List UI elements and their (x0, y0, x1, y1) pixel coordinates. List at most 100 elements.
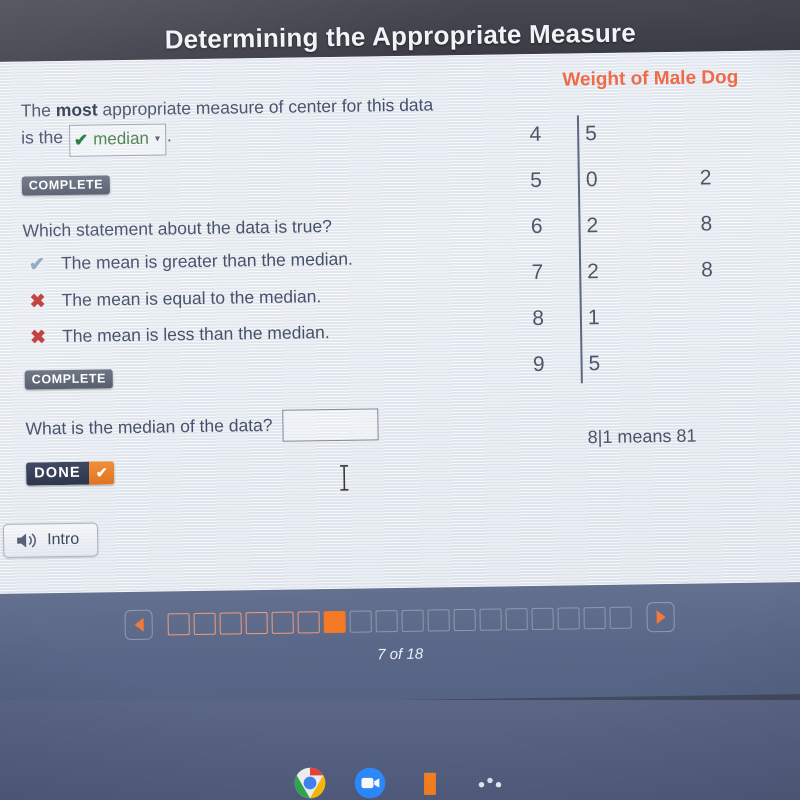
stem-value: 5 (529, 168, 543, 193)
leaf-values: 02 (564, 166, 757, 193)
q1-text-before: The (20, 100, 56, 121)
page-indicator-9[interactable] (375, 610, 398, 633)
dropdown-selected-value: median (93, 129, 150, 149)
page-indicator-14[interactable] (505, 608, 528, 631)
lesson-content-panel: The most appropriate measure of center f… (0, 49, 800, 603)
page-indicator-5[interactable] (271, 611, 294, 634)
leaf-value: 0 (585, 168, 598, 192)
page-indicator-11[interactable] (427, 609, 450, 632)
cross-icon: ✖ (30, 327, 47, 349)
stem-leaf-body: 455026287288195 (471, 108, 800, 413)
right-arrow-icon (656, 610, 666, 625)
page-indicator-17[interactable] (583, 606, 606, 630)
question-2: Which statement about the data is true? … (22, 211, 445, 390)
leaf-value: 8 (701, 258, 714, 282)
median-answer-input[interactable] (282, 408, 379, 442)
done-check-icon: ✔ (88, 461, 115, 485)
stem-leaf-row: 628 (472, 200, 800, 251)
page-title: Determining the Appropriate Measure (164, 17, 637, 55)
stem-leaf-row: 45 (471, 108, 800, 159)
option-label: The mean is equal to the median. (61, 285, 322, 310)
q1-text-after: . (166, 125, 172, 146)
cross-icon: ✖ (29, 290, 46, 313)
leaf-value: 2 (586, 214, 599, 238)
leaf-value: 2 (587, 260, 600, 284)
taskbar (0, 756, 800, 800)
stem-value: 9 (532, 352, 545, 377)
question-3: What is the median of the data? (25, 407, 445, 445)
dropdown-check-icon: ✔ (73, 130, 89, 150)
chrome-icon[interactable] (293, 766, 327, 800)
page-indicator-list (167, 606, 632, 636)
leaf-values: 5 (566, 351, 645, 376)
question-3-prompt: What is the median of the data? (25, 415, 273, 439)
option-row[interactable]: ✔ The mean is greater than the median. (23, 246, 443, 278)
stem-leaf-row: 728 (473, 246, 800, 297)
question-3-status-badge: DONE ✔ (25, 461, 115, 486)
page-indicator-1[interactable] (167, 613, 190, 636)
leaf-values: 1 (566, 305, 645, 330)
option-row[interactable]: ✖ The mean is less than the median. (24, 320, 444, 352)
leaf-value: 1 (587, 306, 600, 330)
leaf-value: 5 (584, 122, 598, 146)
loading-dots-icon (478, 777, 502, 788)
leaf-values: 28 (564, 212, 757, 239)
page-indicator-18[interactable] (609, 606, 632, 629)
leaf-value: 8 (700, 212, 713, 236)
question-1: The most appropriate measure of center f… (21, 91, 442, 196)
leaf-value (644, 259, 701, 284)
stem-leaf-row: 81 (474, 292, 800, 343)
plot-key: 8|1 means 81 (587, 425, 697, 448)
leaf-values: 28 (565, 258, 758, 285)
page-indicator-6[interactable] (297, 611, 320, 634)
done-label: DONE (25, 461, 90, 486)
stem-leaf-plot: Weight of Male Dog 455026287288195 8|1 m… (470, 66, 800, 450)
intro-audio-button[interactable]: Intro (2, 522, 99, 558)
speaker-icon (17, 533, 36, 548)
stem-leaf-row: 502 (472, 154, 800, 205)
previous-page-button[interactable] (124, 609, 153, 641)
leaf-value (643, 213, 700, 238)
question-2-status-badge: COMPLETE (24, 369, 114, 390)
check-icon: ✔ (28, 254, 46, 276)
questions-column: The most appropriate measure of center f… (21, 91, 447, 486)
desktop-background (0, 700, 800, 800)
option-label: The mean is greater than the median. (60, 248, 353, 273)
next-page-button[interactable] (646, 601, 675, 633)
plot-title: Weight of Male Dog (562, 66, 739, 91)
page-counter: 7 of 18 (377, 645, 424, 664)
chevron-down-icon: ▾ (154, 133, 161, 145)
page-indicator-8[interactable] (349, 610, 372, 633)
page-indicator-15[interactable] (531, 607, 554, 631)
page-indicator-10[interactable] (401, 609, 424, 632)
orange-app-icon[interactable] (413, 766, 447, 800)
leaf-values: 5 (563, 121, 642, 146)
leaf-value: 2 (699, 166, 712, 190)
leaf-value: 5 (588, 352, 601, 376)
stem-value: 8 (532, 306, 545, 331)
page-indicator-2[interactable] (193, 612, 216, 636)
question-1-status-badge: COMPLETE (21, 175, 111, 196)
intro-button-label: Intro (47, 530, 80, 549)
leaf-value (643, 167, 700, 192)
stem-leaf-row: 95 (474, 338, 800, 389)
lesson-navigation-bar: 7 of 18 (0, 581, 800, 707)
page-indicator-13[interactable] (479, 608, 502, 631)
page-indicator-3[interactable] (219, 612, 242, 635)
q1-bold-word: most (55, 99, 98, 121)
zoom-icon[interactable] (353, 766, 387, 800)
option-label: The mean is less than the median. (61, 322, 330, 347)
page-indicator-7[interactable] (323, 610, 346, 634)
page-indicator-12[interactable] (453, 608, 476, 632)
stem-value: 7 (531, 260, 544, 285)
question-2-options: ✔ The mean is greater than the median. ✖… (23, 246, 444, 351)
page-indicator-4[interactable] (245, 611, 268, 635)
left-arrow-icon (134, 617, 144, 632)
question-1-prompt: The most appropriate measure of center f… (21, 91, 442, 157)
measure-of-center-dropdown[interactable]: ✔ median ▾ (68, 123, 167, 157)
stem-value: 6 (530, 214, 543, 239)
option-row[interactable]: ✖ The mean is equal to the median. (23, 283, 443, 315)
stem-value: 4 (529, 122, 542, 147)
page-indicator-16[interactable] (557, 607, 580, 630)
question-2-prompt: Which statement about the data is true? (22, 215, 332, 241)
